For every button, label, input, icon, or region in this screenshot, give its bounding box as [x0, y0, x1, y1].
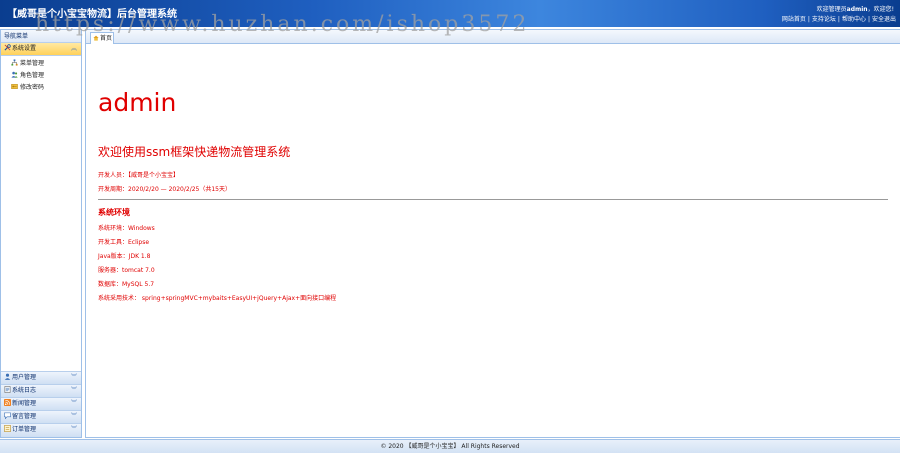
section-news-management[interactable]: 新闻管理 ︾	[1, 398, 81, 411]
menu-item-label: 菜单管理	[20, 60, 45, 67]
section-label: 订单管理	[12, 426, 37, 433]
menu-item-menu-management[interactable]: 菜单管理	[11, 58, 81, 70]
page-subtitle: 欢迎使用ssm框架快递物流管理系统	[98, 145, 291, 159]
developer-info: 开发人员：【威哥是个小宝宝】	[98, 172, 180, 179]
forum-link[interactable]: 支持论坛	[812, 16, 836, 23]
dev-period-info: 开发周期：2020/2/20 — 2020/2/25（共15天）	[98, 186, 231, 193]
page-title: admin	[98, 88, 177, 117]
collapsed-sections: 用户管理 ︾ 系统日志 ︾ 新闻管理 ︾ 留言管理 ︾ 订单管理 ︾	[1, 371, 81, 437]
welcome-user: admin	[846, 6, 868, 13]
sidebar: 导航菜单 系统设置 ︽ 菜单管理 角色管理 修改密码 用户管理 ︾ 系统日志 ︾…	[0, 29, 82, 438]
welcome-message: 欢迎管理员admin，欢迎您!	[817, 4, 894, 13]
users-icon	[11, 71, 18, 78]
section-body-system-settings: 菜单管理 角色管理 修改密码	[1, 56, 81, 94]
env-heading: 系统环境	[98, 208, 130, 217]
link-separator: |	[867, 16, 870, 23]
link-separator: |	[807, 16, 810, 23]
section-label: 系统日志	[12, 387, 37, 394]
menu-item-label: 角色管理	[20, 72, 45, 79]
order-icon	[4, 425, 11, 432]
divider	[98, 199, 888, 200]
link-separator: |	[837, 16, 840, 23]
section-label: 用户管理	[12, 374, 37, 381]
tab-home[interactable]: 首页	[90, 32, 114, 44]
logout-link[interactable]: 安全退出	[872, 16, 896, 23]
menu-item-change-password[interactable]: 修改密码	[11, 82, 81, 94]
help-link[interactable]: 帮助中心	[842, 16, 866, 23]
section-message-management[interactable]: 留言管理 ︾	[1, 411, 81, 424]
tools-icon	[4, 44, 11, 51]
welcome-prefix: 欢迎管理员	[816, 6, 847, 13]
chevron-up-icon[interactable]: ︽	[71, 43, 77, 55]
key-icon	[11, 84, 18, 89]
chevron-down-icon[interactable]: ︾	[71, 372, 77, 384]
section-user-management[interactable]: 用户管理 ︾	[1, 372, 81, 385]
section-label: 留言管理	[12, 413, 37, 420]
tab-label: 首页	[100, 35, 113, 42]
comment-icon	[4, 412, 11, 419]
welcome-suffix: ，欢迎您!	[867, 6, 894, 13]
env-java: Java版本：JDK 1.8	[98, 253, 151, 260]
tab-bar: 首页	[86, 30, 900, 44]
chevron-down-icon[interactable]: ︾	[71, 385, 77, 397]
section-system-settings[interactable]: 系统设置 ︽	[1, 43, 81, 56]
menu-item-label: 修改密码	[20, 84, 45, 91]
home-icon	[93, 35, 99, 41]
footer: © 2020 【威哥是个小宝宝】 All Rights Reserved	[0, 439, 900, 453]
menu-item-role-management[interactable]: 角色管理	[11, 70, 81, 82]
env-server: 服务器：tomcat 7.0	[98, 267, 155, 274]
user-icon	[4, 373, 11, 380]
chevron-down-icon[interactable]: ︾	[71, 398, 77, 410]
section-label: 系统设置	[12, 45, 37, 52]
section-system-log[interactable]: 系统日志 ︾	[1, 385, 81, 398]
app-title: 【威哥是个小宝宝物流】后台管理系统	[7, 9, 177, 20]
chevron-down-icon[interactable]: ︾	[71, 424, 77, 436]
main-content: 首页 admin 欢迎使用ssm框架快递物流管理系统 开发人员：【威哥是个小宝宝…	[85, 29, 900, 438]
env-os: 系统环境：Windows	[98, 225, 155, 232]
sitemap-icon	[11, 59, 18, 66]
app-header: 【威哥是个小宝宝物流】后台管理系统 欢迎管理员admin，欢迎您! 网站首页 | 支…	[0, 0, 900, 27]
section-order-management[interactable]: 订单管理 ︾	[1, 424, 81, 437]
env-db: 数据库：MySQL 5.7	[98, 281, 155, 288]
log-icon	[4, 386, 11, 393]
rss-icon	[4, 399, 11, 406]
chevron-down-icon[interactable]: ︾	[71, 411, 77, 423]
nav-title: 导航菜单	[1, 30, 81, 43]
home-link[interactable]: 网站首页	[782, 16, 806, 23]
top-links: 网站首页 | 支持论坛 | 帮助中心 | 安全退出	[782, 14, 896, 23]
env-tech: 系统采用技术： spring+springMVC+mybaits+EasyUI+…	[98, 295, 337, 302]
section-label: 新闻管理	[12, 400, 37, 407]
env-tool: 开发工具：Eclipse	[98, 239, 150, 246]
